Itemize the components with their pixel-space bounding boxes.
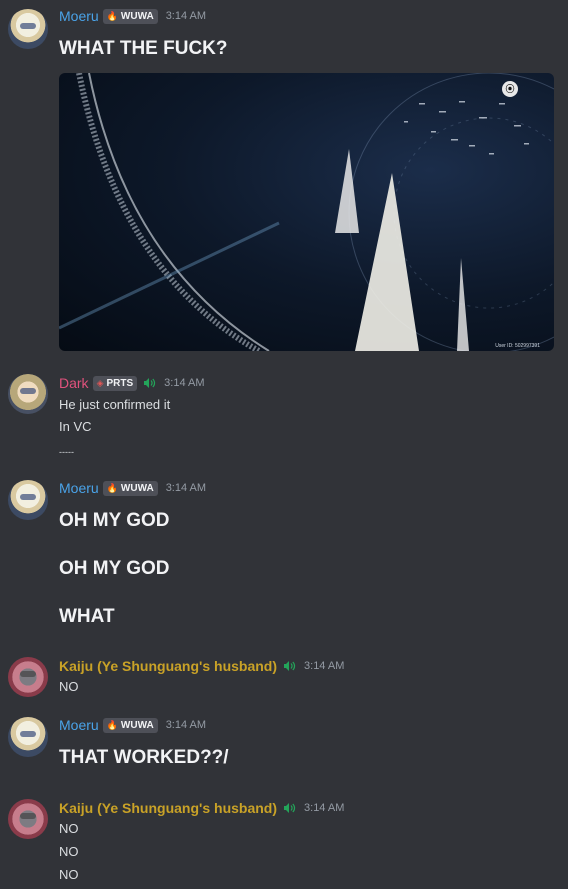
username-moeru[interactable]: Moeru	[59, 480, 99, 496]
avatar-kaiju[interactable]	[8, 657, 48, 697]
timestamp[interactable]: 3:14 AM	[304, 660, 344, 672]
message-text: -----	[59, 447, 74, 457]
speaking-icon	[284, 803, 296, 813]
avatar-dark[interactable]	[8, 374, 48, 414]
username-moeru[interactable]: Moeru	[59, 8, 99, 24]
message-header: Moeru 🔥 WUWA 3:14 AM	[59, 8, 206, 24]
timestamp[interactable]: 3:14 AM	[164, 377, 204, 389]
username-kaiju[interactable]: Kaiju (Ye Shunguang's husband)	[59, 658, 277, 674]
avatar-moeru[interactable]	[8, 9, 48, 49]
message-text: OH MY GOD	[59, 510, 170, 531]
message-text: NO	[59, 844, 79, 859]
message-header: Kaiju (Ye Shunguang's husband) 3:14 AM	[59, 800, 344, 816]
username-dark[interactable]: Dark	[59, 375, 89, 391]
server-tag-label: PRTS	[106, 377, 134, 389]
server-tag-wuwa[interactable]: 🔥 WUWA	[102, 717, 158, 733]
message-text: WHAT THE FUCK?	[59, 38, 228, 59]
avatar-moeru[interactable]	[8, 480, 48, 520]
message-text: NO	[59, 867, 79, 882]
message-header: Moeru 🔥 WUWA 3:14 AM	[59, 717, 206, 733]
server-tag-wuwa[interactable]: 🔥 WUWA	[102, 480, 158, 496]
message-image-attachment[interactable]: ⦿ User ID: 502997391	[59, 73, 554, 351]
speaking-icon	[144, 378, 156, 388]
username-kaiju[interactable]: Kaiju (Ye Shunguang's husband)	[59, 800, 277, 816]
message-header: Kaiju (Ye Shunguang's husband) 3:14 AM	[59, 658, 344, 674]
server-tag-label: WUWA	[120, 10, 154, 22]
timestamp[interactable]: 3:14 AM	[166, 482, 206, 494]
image-badge-icon[interactable]: ⦿	[502, 81, 518, 97]
avatar-moeru[interactable]	[8, 717, 48, 757]
message-text: In VC	[59, 419, 92, 434]
message-header: Moeru 🔥 WUWA 3:14 AM	[59, 480, 206, 496]
timestamp[interactable]: 3:14 AM	[166, 10, 206, 22]
server-tag-label: WUWA	[120, 482, 154, 494]
message-text: WHAT	[59, 606, 115, 627]
flame-icon: 🔥	[106, 482, 118, 493]
message-text: NO	[59, 679, 79, 694]
server-tag-label: WUWA	[120, 719, 154, 731]
message-text: OH MY GOD	[59, 558, 170, 579]
message-header: Dark ◈ PRTS 3:14 AM	[59, 375, 205, 391]
timestamp[interactable]: 3:14 AM	[304, 802, 344, 814]
avatar-kaiju[interactable]	[8, 799, 48, 839]
message-text: He just confirmed it	[59, 397, 171, 412]
speaking-icon	[284, 661, 296, 671]
image-user-id-text: User ID: 502997391	[495, 343, 540, 349]
flame-icon: 🔥	[106, 10, 118, 21]
message-text: THAT WORKED??/	[59, 747, 229, 768]
username-moeru[interactable]: Moeru	[59, 717, 99, 733]
server-tag-prts[interactable]: ◈ PRTS	[92, 375, 138, 391]
flame-icon: 🔥	[106, 719, 118, 730]
diamond-icon: ◈	[96, 377, 104, 388]
server-tag-wuwa[interactable]: 🔥 WUWA	[102, 8, 158, 24]
message-text: NO	[59, 821, 79, 836]
space-scene-image	[59, 73, 554, 351]
timestamp[interactable]: 3:14 AM	[166, 719, 206, 731]
